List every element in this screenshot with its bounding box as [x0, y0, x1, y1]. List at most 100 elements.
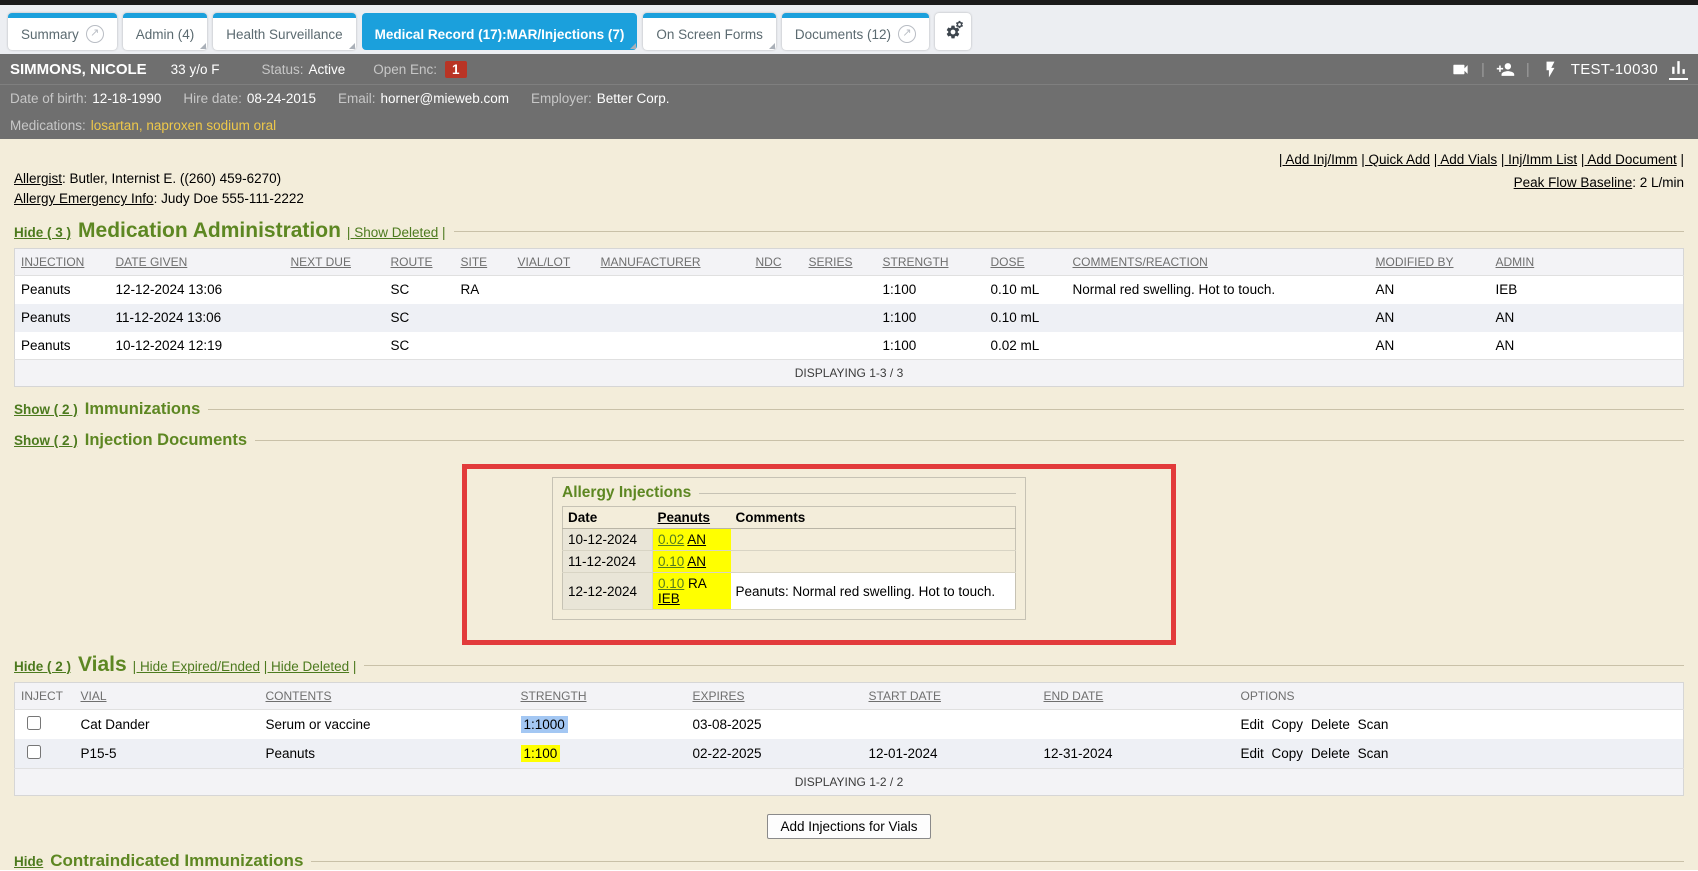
col-end-date[interactable]: END DATE: [1038, 683, 1235, 710]
tab-medical-record[interactable]: Medical Record (17):MAR/Injections (7): [362, 13, 638, 50]
col-peanuts[interactable]: Peanuts: [653, 507, 731, 529]
col-vial-lot[interactable]: VIAL/LOT: [512, 249, 595, 276]
allergy-emergency-value: Judy Doe 555-111-2222: [157, 191, 304, 206]
quick-add-link[interactable]: Quick Add: [1361, 152, 1430, 167]
tab-on-screen-forms[interactable]: On Screen Forms: [643, 13, 776, 50]
cell-strength: 1:1000: [515, 710, 687, 740]
cell-ndc: [750, 276, 803, 304]
vial-inject-checkbox[interactable]: [27, 745, 41, 759]
immunizations-show-toggle[interactable]: Show ( 2 ): [14, 402, 78, 417]
col-contents[interactable]: CONTENTS: [260, 683, 515, 710]
tab-bar: Summary ↗ Admin (4) Health Surveillance …: [0, 5, 1698, 54]
col-strength[interactable]: STRENGTH: [515, 683, 687, 710]
divider: |: [1481, 61, 1485, 78]
popout-arrow-icon[interactable]: ↗: [898, 25, 916, 43]
open-enc-badge[interactable]: 1: [445, 61, 467, 78]
small-gear-icon: [955, 20, 964, 29]
allergy-emergency-info-link[interactable]: Allergy Emergency Info: [14, 191, 157, 206]
col-date: Date: [563, 507, 653, 529]
cell-comment: [731, 529, 1016, 551]
lightning-bolt-icon[interactable]: [1541, 60, 1560, 79]
med-admin-title: Medication Administration: [78, 219, 341, 243]
tab-admin[interactable]: Admin (4): [123, 13, 208, 50]
col-injection[interactable]: INJECTION: [15, 249, 110, 276]
col-series[interactable]: SERIES: [803, 249, 877, 276]
medication-link[interactable]: losartan: [91, 118, 147, 133]
bar-chart-icon[interactable]: [1669, 58, 1688, 80]
col-ndc[interactable]: NDC: [750, 249, 803, 276]
copy-link[interactable]: Copy: [1272, 717, 1304, 732]
quick-links-row: Add Inj/Imm Quick Add Add Vials Inj/Imm …: [14, 139, 1684, 167]
tab-summary-label: Summary: [21, 27, 79, 42]
initials-link[interactable]: AN: [687, 554, 706, 569]
tab-settings-button[interactable]: [935, 13, 971, 50]
cell-dose-highlighted: 0.10 RA IEB: [653, 573, 731, 610]
col-next-due[interactable]: NEXT DUE: [285, 249, 385, 276]
dose-link[interactable]: 0.10: [658, 554, 684, 569]
cell-dose: 0.10 mL: [985, 304, 1067, 332]
contraindicated-hide-toggle[interactable]: Hide: [14, 854, 43, 869]
cell-next-due: [285, 276, 385, 304]
hide-expired-ended-link[interactable]: Hide Expired/Ended: [133, 659, 260, 674]
inj-imm-list-link[interactable]: Inj/Imm List: [1501, 152, 1577, 167]
col-route[interactable]: ROUTE: [385, 249, 455, 276]
cell-end-date: [1038, 710, 1235, 740]
scan-link[interactable]: Scan: [1358, 746, 1389, 761]
cell-date: 10-12-2024: [563, 529, 653, 551]
tab-documents-label: Documents (12): [795, 27, 891, 42]
add-vials-link[interactable]: Add Vials: [1434, 152, 1497, 167]
cell-options: Edit Copy Delete Scan: [1235, 710, 1684, 740]
add-injections-for-vials-button[interactable]: Add Injections for Vials: [767, 814, 930, 839]
peak-flow-baseline-link[interactable]: Peak Flow Baseline: [1514, 175, 1636, 190]
col-site[interactable]: SITE: [455, 249, 512, 276]
allergist-link[interactable]: Allergist: [14, 171, 66, 186]
edit-link[interactable]: Edit: [1241, 717, 1264, 732]
table-paging-status: DISPLAYING 1-3 / 3: [15, 360, 1684, 387]
tab-health-surveillance[interactable]: Health Surveillance: [213, 13, 355, 50]
tab-documents[interactable]: Documents (12) ↗: [782, 13, 929, 50]
vials-hide-toggle[interactable]: Hide ( 2 ): [14, 659, 71, 674]
col-comments-reaction[interactable]: COMMENTS/REACTION: [1067, 249, 1370, 276]
col-start-date[interactable]: START DATE: [863, 683, 1038, 710]
delete-link[interactable]: Delete: [1311, 746, 1350, 761]
edit-link[interactable]: Edit: [1241, 746, 1264, 761]
medication-administration-table: INJECTION DATE GIVEN NEXT DUE ROUTE SITE…: [14, 248, 1684, 387]
show-deleted-link[interactable]: Show Deleted: [347, 225, 438, 240]
tab-summary[interactable]: Summary ↗: [8, 13, 117, 50]
person-add-icon[interactable]: [1496, 60, 1515, 79]
col-strength[interactable]: STRENGTH: [877, 249, 985, 276]
cell-dose-highlighted: 0.10 AN: [653, 551, 731, 573]
email-label: Email:: [338, 91, 376, 106]
col-date-given[interactable]: DATE GIVEN: [110, 249, 285, 276]
col-admin[interactable]: ADMIN: [1490, 249, 1684, 276]
cell-site: [455, 304, 512, 332]
col-expires[interactable]: EXPIRES: [687, 683, 863, 710]
main-content: Add Inj/Imm Quick Add Add Vials Inj/Imm …: [0, 139, 1698, 870]
med-admin-hide-toggle[interactable]: Hide ( 3 ): [14, 225, 71, 240]
delete-link[interactable]: Delete: [1311, 717, 1350, 732]
col-manufacturer[interactable]: MANUFACTURER: [595, 249, 750, 276]
scan-link[interactable]: Scan: [1358, 717, 1389, 732]
popout-arrow-icon[interactable]: ↗: [86, 25, 104, 43]
copy-link[interactable]: Copy: [1272, 746, 1304, 761]
medication-link[interactable]: naproxen sodium oral: [146, 118, 276, 133]
col-vial[interactable]: VIAL: [75, 683, 260, 710]
initials-link[interactable]: AN: [687, 532, 706, 547]
cell-vial-lot: [512, 304, 595, 332]
cell-date: 12-12-2024: [563, 573, 653, 610]
initials-link[interactable]: IEB: [658, 591, 680, 606]
cell-route: SC: [385, 304, 455, 332]
cell-contents: Serum or vaccine: [260, 710, 515, 740]
dose-link[interactable]: 0.02: [658, 532, 684, 547]
video-camera-icon[interactable]: [1451, 60, 1470, 79]
vial-inject-checkbox[interactable]: [27, 716, 41, 730]
hide-deleted-link[interactable]: Hide Deleted: [264, 659, 349, 674]
dose-link[interactable]: 0.10: [658, 576, 684, 591]
col-dose[interactable]: DOSE: [985, 249, 1067, 276]
allergy-contact-block: Allergist Butler, Internist E. ((260) 45…: [14, 169, 304, 209]
add-document-link[interactable]: Add Document: [1581, 152, 1677, 167]
add-inj-imm-link[interactable]: Add Inj/Imm: [1279, 152, 1358, 167]
injection-documents-show-toggle[interactable]: Show ( 2 ): [14, 433, 78, 448]
red-callout-box: Allergy Injections Date Peanuts Comments…: [462, 464, 1176, 645]
col-modified-by[interactable]: MODIFIED BY: [1370, 249, 1490, 276]
